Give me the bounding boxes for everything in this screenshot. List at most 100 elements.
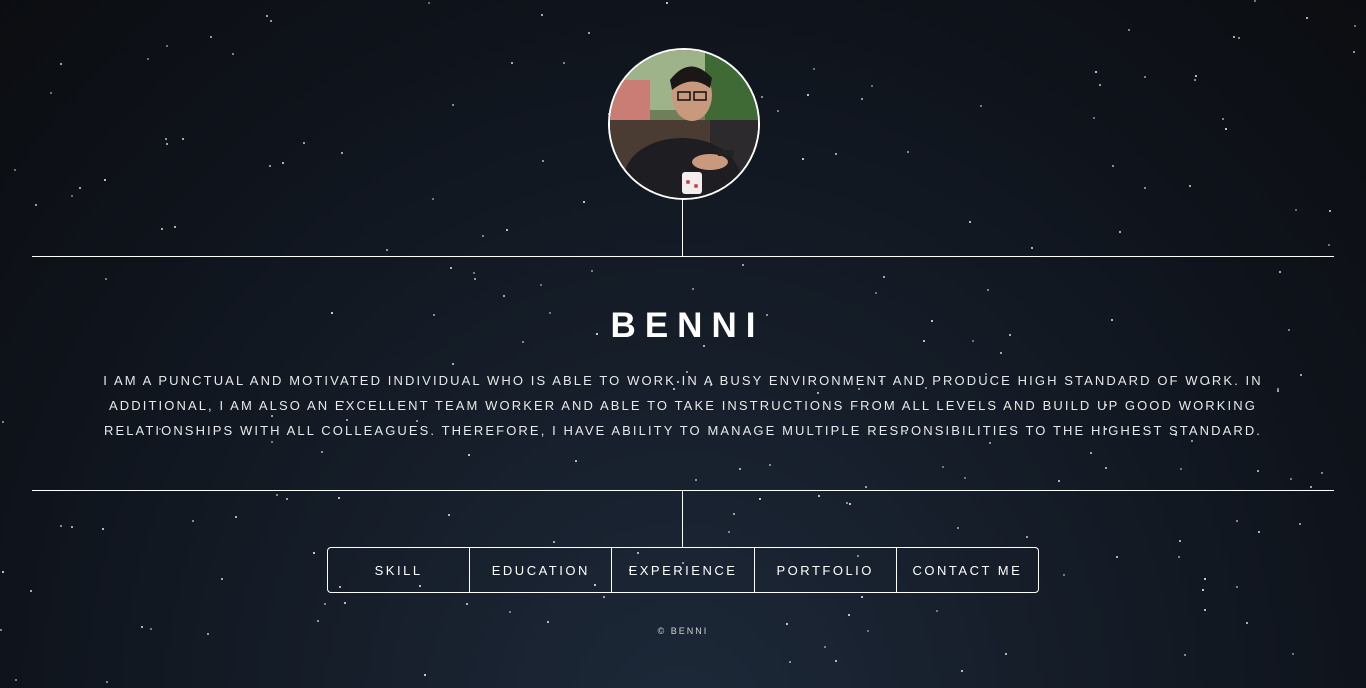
star-dot <box>789 661 791 663</box>
star-dot <box>961 670 963 672</box>
star-dot <box>210 36 212 38</box>
star-dot <box>907 151 909 153</box>
star-dot <box>848 614 850 616</box>
star-dot <box>1144 187 1146 189</box>
nav-portfolio[interactable]: PORTFOLIO <box>755 548 897 592</box>
star-dot <box>428 2 430 4</box>
star-dot <box>182 138 184 140</box>
star-dot <box>1144 76 1146 78</box>
star-dot <box>824 646 826 648</box>
star-dot <box>1112 165 1114 167</box>
divider-top <box>32 256 1334 257</box>
star-dot <box>344 602 346 604</box>
star-dot <box>813 68 815 70</box>
star-dot <box>448 514 450 516</box>
star-dot <box>235 516 237 518</box>
star-dot <box>452 363 454 365</box>
star-dot <box>1202 589 1204 591</box>
star-dot <box>969 221 971 223</box>
star-dot <box>802 158 804 160</box>
star-dot <box>71 526 73 528</box>
star-dot <box>1204 609 1206 611</box>
star-dot <box>540 284 542 286</box>
star-dot <box>270 20 272 22</box>
star-dot <box>849 503 851 505</box>
star-dot <box>1005 653 1007 655</box>
star-dot <box>759 498 761 500</box>
star-dot <box>728 531 730 533</box>
star-dot <box>1105 467 1107 469</box>
star-dot <box>1090 452 1092 454</box>
star-dot <box>1189 185 1191 187</box>
star-dot <box>846 502 848 504</box>
star-dot <box>1246 622 1248 624</box>
star-dot <box>777 110 779 112</box>
star-dot <box>1179 540 1181 542</box>
star-dot <box>1031 247 1033 249</box>
star-dot <box>1290 478 1292 480</box>
star-dot <box>313 552 315 554</box>
star-dot <box>987 289 989 291</box>
profile-bio: I AM A PUNCTUAL AND MOTIVATED INDIVIDUAL… <box>103 373 1263 438</box>
star-dot <box>106 681 108 683</box>
star-dot <box>541 14 543 16</box>
star-dot <box>509 611 511 613</box>
star-dot <box>1299 523 1301 525</box>
star-dot <box>547 621 549 623</box>
star-dot <box>1236 586 1238 588</box>
star-dot <box>192 520 194 522</box>
star-dot <box>1204 578 1206 580</box>
star-dot <box>321 451 323 453</box>
star-dot <box>473 272 475 274</box>
star-dot <box>1222 118 1224 120</box>
star-dot <box>1063 574 1065 576</box>
star-dot <box>1254 0 1256 2</box>
star-dot <box>603 596 605 598</box>
star-dot <box>1238 37 1240 39</box>
star-dot <box>35 204 37 206</box>
star-dot <box>865 486 867 488</box>
star-dot <box>266 15 268 17</box>
star-dot <box>468 454 470 456</box>
star-dot <box>79 187 81 189</box>
star-dot <box>1116 556 1118 558</box>
star-dot <box>964 477 966 479</box>
star-dot <box>174 226 176 228</box>
nav-contact-me[interactable]: CONTACT ME <box>897 548 1038 592</box>
star-dot <box>1353 51 1355 53</box>
star-dot <box>871 85 873 87</box>
star-dot <box>50 92 52 94</box>
nav-experience[interactable]: EXPERIENCE <box>612 548 755 592</box>
star-dot <box>733 513 735 515</box>
star-dot <box>1225 128 1227 130</box>
connector-line-bottom <box>682 491 683 547</box>
star-dot <box>1279 271 1281 273</box>
star-dot <box>452 104 454 106</box>
star-dot <box>286 498 288 500</box>
star-dot <box>15 679 17 681</box>
star-dot <box>338 497 340 499</box>
star-dot <box>466 603 468 605</box>
footer-copyright: © BENNI <box>657 626 709 636</box>
star-dot <box>861 596 863 598</box>
star-dot <box>542 160 544 162</box>
star-dot <box>1292 653 1294 655</box>
star-dot <box>588 32 590 34</box>
star-dot <box>861 98 863 100</box>
star-dot <box>1184 654 1186 656</box>
star-dot <box>591 270 593 272</box>
star-dot <box>511 62 513 64</box>
nav-education[interactable]: EDUCATION <box>470 548 613 592</box>
star-dot <box>60 525 62 527</box>
star-dot <box>1258 531 1260 533</box>
star-dot <box>424 674 426 676</box>
star-dot <box>1257 470 1259 472</box>
star-dot <box>1354 25 1356 27</box>
star-dot <box>818 495 820 497</box>
star-dot <box>1328 244 1330 246</box>
star-dot <box>1000 352 1002 354</box>
nav-skill[interactable]: SKILL <box>328 548 471 592</box>
main-nav: SKILL EDUCATION EXPERIENCE PORTFOLIO CON… <box>327 547 1039 593</box>
star-dot <box>1236 520 1238 522</box>
star-dot <box>1095 71 1097 73</box>
